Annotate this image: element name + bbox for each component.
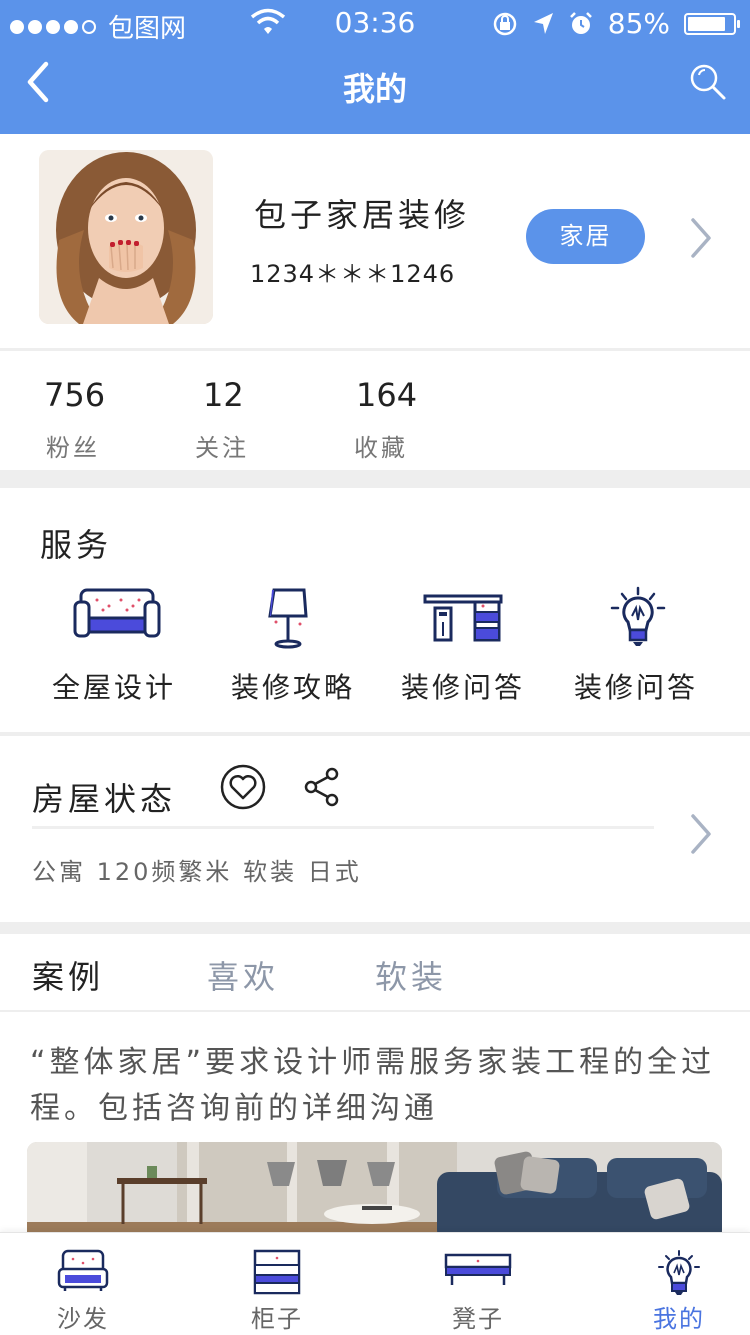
divider xyxy=(0,1010,750,1012)
stat-following-count: 12 xyxy=(203,376,244,414)
lamp-icon[interactable] xyxy=(266,588,310,650)
battery-icon xyxy=(684,12,740,35)
service-label-qa-2[interactable]: 装修问答 xyxy=(556,666,716,706)
chevron-right-icon[interactable] xyxy=(689,812,713,856)
tabbar-label-bench: 凳子 xyxy=(452,1305,504,1333)
avatar-image xyxy=(39,150,213,324)
living-room-image xyxy=(27,1142,722,1242)
tabbar-item-bench[interactable]: 凳子 xyxy=(403,1233,553,1335)
battery-percent: 85% xyxy=(607,7,670,40)
tabbar-item-mine[interactable]: 我的 xyxy=(604,1233,750,1335)
service-label-whole-house[interactable]: 全屋设计 xyxy=(34,666,194,706)
status-bar: 包图网 03:36 85% xyxy=(0,0,750,46)
stat-fans-count: 756 xyxy=(44,376,106,414)
search-icon[interactable] xyxy=(688,62,728,102)
share-icon[interactable] xyxy=(303,767,341,807)
lightbulb-icon[interactable] xyxy=(610,586,666,648)
battery-level xyxy=(688,16,726,31)
cabinet-icon xyxy=(253,1249,301,1295)
stat-following-label[interactable]: 关注 xyxy=(195,428,249,463)
divider xyxy=(0,348,750,351)
profile-phone: 1234＊＊＊1246 xyxy=(250,260,456,288)
desk-icon[interactable] xyxy=(423,594,503,642)
chevron-right-icon[interactable] xyxy=(689,216,713,260)
service-label-guide[interactable]: 装修攻略 xyxy=(213,666,373,706)
bottom-tab-bar: 沙发 柜子 凳子 我的 xyxy=(0,1232,750,1335)
stat-favorites-count: 164 xyxy=(356,376,418,414)
divider xyxy=(32,826,654,829)
section-gap xyxy=(0,922,750,934)
heart-icon[interactable] xyxy=(220,764,266,810)
tab-likes[interactable]: 喜欢 xyxy=(207,952,279,998)
tabbar-label-mine: 我的 xyxy=(653,1305,705,1333)
bench-icon xyxy=(444,1253,512,1285)
stat-fans-label[interactable]: 粉丝 xyxy=(46,428,100,463)
case-photo[interactable] xyxy=(27,1142,722,1242)
section-gap xyxy=(0,470,750,488)
service-label-qa[interactable]: 装修问答 xyxy=(383,666,543,706)
alarm-icon xyxy=(569,11,592,34)
tabbar-item-cabinet[interactable]: 柜子 xyxy=(202,1233,352,1335)
lightbulb-icon xyxy=(658,1250,700,1295)
rotation-lock-icon xyxy=(493,12,517,35)
page-title: 我的 xyxy=(342,70,407,108)
tabbar-label-cabinet: 柜子 xyxy=(251,1305,303,1333)
divider xyxy=(0,732,750,736)
house-status-detail: 公寓 120频繁米 软装 日式 xyxy=(32,858,362,886)
top-bar: 包图网 03:36 85% 我的 xyxy=(0,0,750,134)
sofa-icon[interactable] xyxy=(73,588,161,642)
tab-cases[interactable]: 案例 xyxy=(32,952,104,998)
status-right: 85% xyxy=(492,7,740,40)
services-title: 服务 xyxy=(40,526,113,564)
tab-soft-decor[interactable]: 软装 xyxy=(375,952,447,998)
tabbar-label-sofa: 沙发 xyxy=(57,1305,109,1333)
tag-button[interactable]: 家居 xyxy=(526,209,645,264)
profile-name: 包子家居装修 xyxy=(254,196,471,234)
sofa-icon xyxy=(57,1249,109,1291)
tabbar-item-sofa[interactable]: 沙发 xyxy=(8,1233,158,1335)
avatar[interactable] xyxy=(39,150,213,324)
stat-favorites-label[interactable]: 收藏 xyxy=(354,428,408,463)
article-text: “整体家居”要求设计师需服务家装工程的全过程。包括咨询前的详细沟通 xyxy=(30,1045,716,1126)
house-status-title: 房屋状态 xyxy=(32,780,177,818)
location-icon xyxy=(533,12,553,34)
